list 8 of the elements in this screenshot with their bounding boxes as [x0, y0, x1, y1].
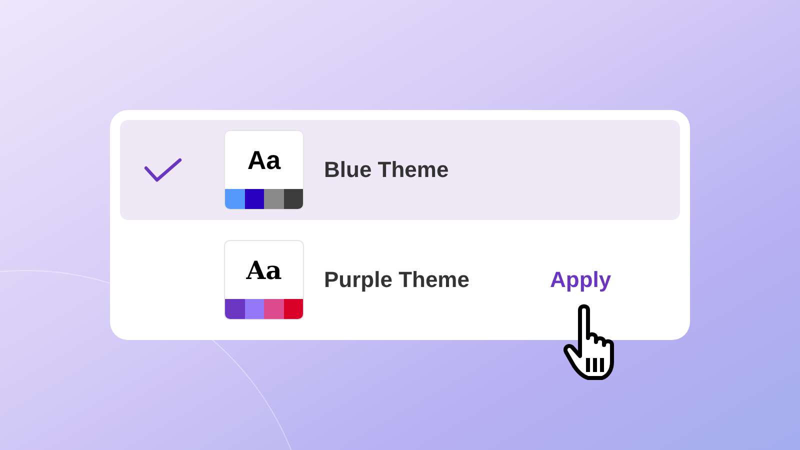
theme-name: Purple Theme: [324, 267, 470, 293]
theme-option[interactable]: Aa Purple Theme Apply: [120, 230, 680, 330]
font-sample: Aa: [246, 144, 282, 176]
apply-link[interactable]: Apply: [550, 267, 612, 293]
theme-option[interactable]: Aa Blue Theme: [120, 120, 680, 220]
checkmark-icon: [144, 157, 182, 183]
font-sample: Aa: [245, 254, 283, 286]
theme-name: Blue Theme: [324, 157, 450, 183]
